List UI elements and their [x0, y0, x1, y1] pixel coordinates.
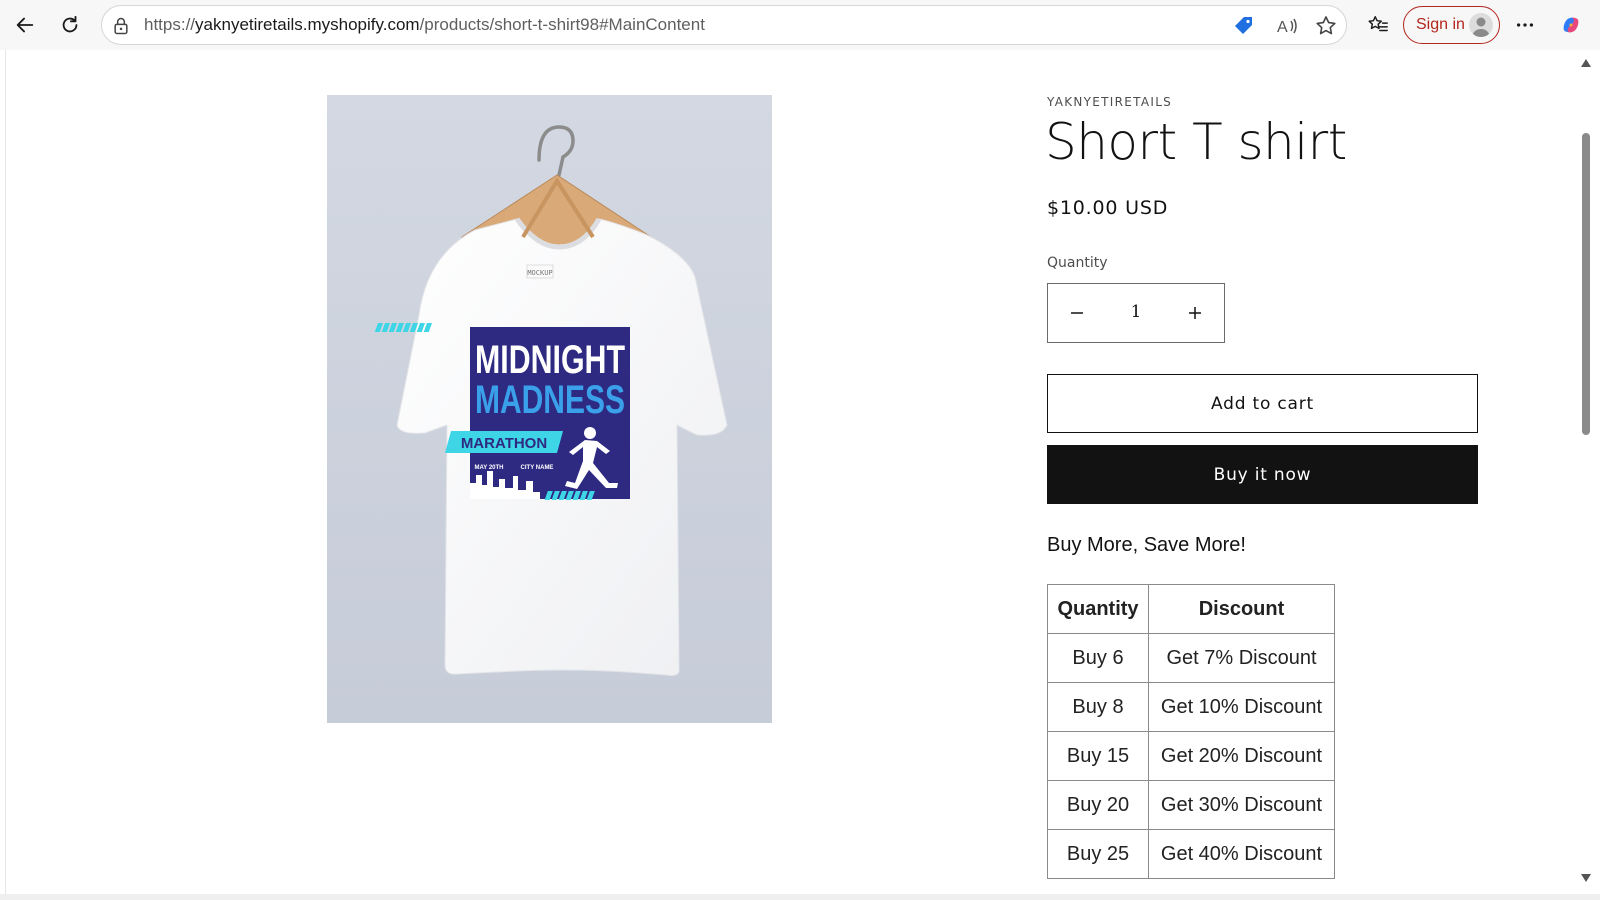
table-cell: Buy 15: [1047, 731, 1149, 781]
table-cell: Get 10% Discount: [1148, 682, 1335, 732]
vertical-scrollbar[interactable]: [1578, 50, 1594, 896]
discount-table: Quantity Discount Buy 6 Get 7% Discount …: [1047, 584, 1335, 879]
increase-quantity-button[interactable]: [1166, 284, 1224, 341]
minus-icon: [1071, 311, 1083, 314]
promo-heading: Buy More, Save More!: [1047, 534, 1246, 556]
plus-icon: [1189, 306, 1201, 319]
star-icon[interactable]: [1314, 14, 1338, 38]
sign-in-button[interactable]: Sign in: [1403, 6, 1500, 44]
table-row: Buy 20 Get 30% Discount: [1047, 780, 1335, 830]
browser-toolbar: https://yaknyetiretails.myshopify.com/pr…: [0, 0, 1600, 50]
table-cell: Buy 20: [1047, 780, 1149, 830]
copilot-button[interactable]: [1553, 7, 1589, 43]
quantity-stepper: 1: [1047, 283, 1225, 343]
svg-text:A: A: [1277, 19, 1288, 36]
print-line2: MADNESS: [475, 378, 625, 422]
table-row: Buy 15 Get 20% Discount: [1047, 731, 1335, 781]
product-price: $10.00 USD: [1047, 197, 1169, 219]
table-cell: Buy 8: [1047, 682, 1149, 732]
print-line1: MIDNIGHT: [475, 338, 625, 382]
decrease-quantity-button[interactable]: [1048, 284, 1106, 341]
url-path: /products/short-t-shirt98#MainContent: [419, 15, 705, 34]
window-bottom-edge: [0, 894, 1600, 900]
favorites-icon: [1368, 16, 1388, 32]
print-date: MAY 20TH: [474, 465, 503, 471]
table-row: Buy 6 Get 7% Discount: [1047, 633, 1335, 683]
vendor-name: YAKNYETIRETAILS: [1047, 95, 1173, 109]
read-aloud-icon[interactable]: A: [1275, 14, 1299, 38]
table-cell: Get 7% Discount: [1148, 633, 1335, 683]
scroll-up-arrow-icon[interactable]: [1581, 59, 1591, 67]
copilot-icon: [1563, 17, 1579, 33]
product-image[interactable]: MOCKUP MIDNIGHT MADNESS MARATHON MAY 20T…: [327, 95, 772, 723]
refresh-icon: [62, 15, 78, 33]
table-cell: Buy 6: [1047, 633, 1149, 683]
table-cell: Get 40% Discount: [1148, 829, 1335, 879]
column-header-quantity: Quantity: [1047, 584, 1149, 634]
avatar: [1469, 13, 1493, 37]
table-cell: Get 30% Discount: [1148, 780, 1335, 830]
url-text[interactable]: https://yaknyetiretails.myshopify.com/pr…: [144, 6, 705, 44]
product-title: Short T shirt: [1045, 113, 1347, 171]
tshirt-illustration: MOCKUP MIDNIGHT MADNESS MARATHON MAY 20T…: [327, 95, 772, 723]
tag-icon[interactable]: [1232, 14, 1256, 38]
more-button[interactable]: [1507, 7, 1543, 43]
back-button[interactable]: [7, 7, 43, 43]
buy-it-now-button[interactable]: Buy it now: [1047, 445, 1478, 504]
sign-in-label: Sign in: [1416, 16, 1465, 33]
scroll-down-arrow-icon[interactable]: [1581, 874, 1591, 882]
add-to-cart-button[interactable]: Add to cart: [1047, 374, 1478, 433]
back-icon: [16, 17, 34, 33]
table-cell: Get 20% Discount: [1148, 731, 1335, 781]
address-bar[interactable]: https://yaknyetiretails.myshopify.com/pr…: [101, 5, 1347, 45]
column-header-discount: Discount: [1148, 584, 1335, 634]
lock-icon[interactable]: [111, 16, 131, 36]
table-row: Buy 25 Get 40% Discount: [1047, 829, 1335, 879]
quantity-input[interactable]: 1: [1106, 284, 1166, 341]
table-row: Buy 8 Get 10% Discount: [1047, 682, 1335, 732]
print-banner: MARATHON: [461, 435, 547, 452]
table-cell: Buy 25: [1047, 829, 1149, 879]
url-host: yaknyetiretails.myshopify.com: [195, 15, 420, 34]
table-header-row: Quantity Discount: [1047, 584, 1335, 634]
refresh-button[interactable]: [52, 7, 88, 43]
shirt-tag-text: MOCKUP: [527, 269, 552, 277]
quantity-label: Quantity: [1047, 255, 1108, 271]
profile-icon: [1472, 17, 1490, 37]
url-scheme: https://: [144, 15, 196, 34]
favorites-button[interactable]: [1360, 7, 1396, 43]
more-icon: [1516, 23, 1534, 27]
scrollbar-thumb[interactable]: [1582, 133, 1590, 435]
print-city: CITY NAME: [521, 465, 554, 471]
